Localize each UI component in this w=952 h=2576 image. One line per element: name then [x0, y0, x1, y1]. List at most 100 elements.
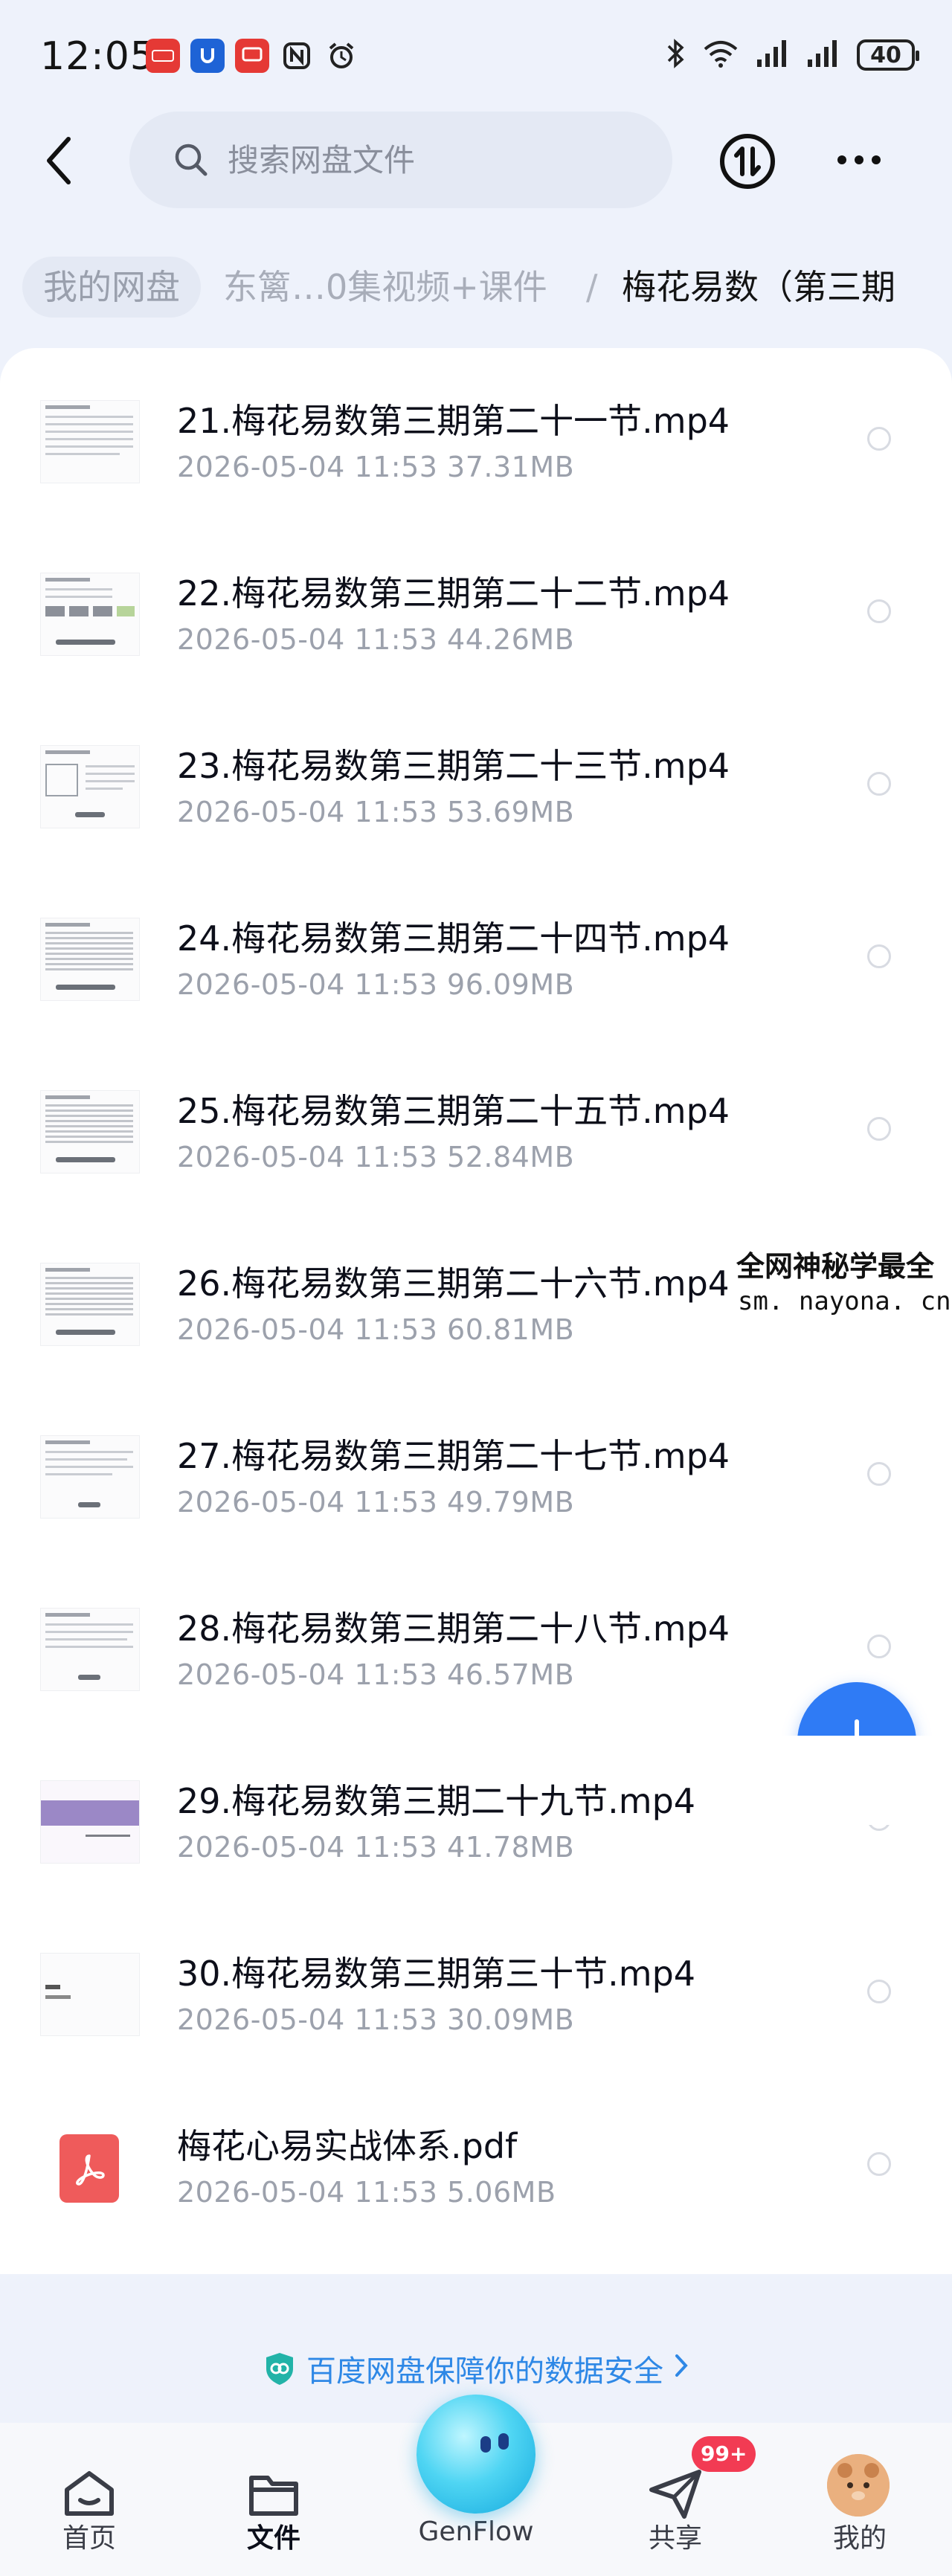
select-checkbox[interactable]	[867, 1462, 891, 1486]
avatar-icon[interactable]	[827, 2454, 890, 2517]
tv-app-icon	[235, 39, 269, 73]
video-thumbnail	[40, 745, 140, 828]
file-row[interactable]: 梅花心易实战体系.pdf 2026-05-04 11:53 5.06MB	[0, 2090, 952, 2262]
nav-share-label: 共享	[648, 2523, 702, 2554]
news-app-icon	[146, 39, 180, 73]
file-row[interactable]: 21.梅花易数第三期第二十一节.mp4 2026-05-04 11:53 37.…	[0, 364, 952, 537]
select-checkbox[interactable]	[867, 427, 891, 451]
nav-files-label: 文件	[246, 2523, 300, 2554]
nav-home[interactable]: 首页	[15, 2423, 164, 2576]
file-meta: 2026-05-04 11:53 60.81MB	[177, 1313, 575, 1346]
file-meta: 2026-05-04 11:53 41.78MB	[177, 1831, 575, 1864]
nav-files[interactable]: 文件	[199, 2423, 348, 2576]
paper-plane-icon	[649, 2470, 701, 2519]
more-dot-icon	[837, 155, 846, 164]
signal-icon-2	[806, 39, 840, 71]
video-thumbnail	[40, 1435, 140, 1519]
select-checkbox[interactable]	[867, 1980, 891, 2003]
file-name: 26.梅花易数第三期第二十六节.mp4	[177, 1263, 730, 1304]
watermark-url: sm. nayona. cn	[738, 1287, 951, 1316]
file-name: 梅花心易实战体系.pdf	[177, 2126, 518, 2166]
file-meta: 2026-05-04 11:53 5.06MB	[177, 2176, 556, 2209]
breadcrumb-folder[interactable]: 东篱…0集视频+课件	[223, 257, 547, 318]
file-name: 25.梅花易数第三期第二十五节.mp4	[177, 1091, 730, 1131]
search-icon	[175, 144, 208, 176]
nav-genflow-label: GenFlow	[418, 2517, 534, 2547]
search-bar[interactable]	[129, 112, 672, 208]
file-row[interactable]: 23.梅花易数第三期第二十三节.mp4 2026-05-04 11:53 53.…	[0, 709, 952, 882]
more-dot-icon	[855, 155, 863, 164]
transfer-icon	[720, 134, 775, 189]
file-name: 27.梅花易数第三期第二十七节.mp4	[177, 1436, 730, 1476]
wifi-icon	[702, 39, 739, 71]
fab-overlap-mask	[774, 1736, 952, 1825]
video-thumbnail	[40, 1953, 140, 2036]
file-meta: 2026-05-04 11:53 96.09MB	[177, 968, 575, 1001]
back-button[interactable]	[34, 131, 82, 190]
watermark-text: 全网神秘学最全	[736, 1250, 935, 1283]
file-meta: 2026-05-04 11:53 53.69MB	[177, 796, 575, 828]
more-options-button[interactable]	[826, 141, 892, 178]
video-thumbnail	[40, 1780, 140, 1864]
file-row[interactable]: 30.梅花易数第三期第三十节.mp4 2026-05-04 11:53 30.0…	[0, 1917, 952, 2090]
home-icon	[65, 2471, 114, 2516]
folder-icon	[249, 2476, 298, 2516]
watermark-overlay: 全网神秘学最全 sm. nayona. cn	[727, 1231, 952, 1327]
breadcrumb-root[interactable]: 我的网盘	[22, 257, 201, 318]
genflow-orb-icon[interactable]	[416, 2395, 536, 2514]
bluetooth-icon	[666, 37, 686, 73]
transfer-button[interactable]	[718, 132, 776, 190]
pdf-file-icon	[60, 2134, 119, 2203]
chevron-right-icon	[674, 2351, 689, 2386]
orb-eye	[480, 2436, 491, 2453]
battery-level: 40	[870, 42, 901, 68]
status-indicators: 40	[666, 37, 919, 73]
status-app-icons	[146, 39, 358, 73]
file-meta: 2026-05-04 11:53 44.26MB	[177, 623, 575, 656]
file-name: 28.梅花易数第三期第二十八节.mp4	[177, 1609, 730, 1649]
file-row[interactable]: 27.梅花易数第三期第二十七节.mp4 2026-05-04 11:53 49.…	[0, 1400, 952, 1572]
select-checkbox[interactable]	[867, 944, 891, 968]
battery-indicator: 40	[857, 39, 919, 71]
video-thumbnail	[40, 1090, 140, 1173]
more-dot-icon	[872, 155, 881, 164]
notification-badge: 99+	[692, 2436, 756, 2472]
u-app-icon	[190, 39, 225, 73]
select-checkbox[interactable]	[867, 2152, 891, 2176]
file-name: 22.梅花易数第三期第二十二节.mp4	[177, 573, 730, 614]
status-bar: 12:05 40	[0, 0, 952, 112]
shield-icon	[266, 2353, 293, 2385]
file-name: 23.梅花易数第三期第二十三节.mp4	[177, 746, 730, 786]
select-checkbox[interactable]	[867, 1635, 891, 1658]
search-input[interactable]	[226, 141, 646, 179]
file-row[interactable]: 24.梅花易数第三期第二十四节.mp4 2026-05-04 11:53 96.…	[0, 882, 952, 1054]
file-meta: 2026-05-04 11:53 46.57MB	[177, 1658, 575, 1691]
video-thumbnail	[40, 573, 140, 656]
nfc-icon	[280, 39, 314, 73]
file-meta: 2026-05-04 11:53 49.79MB	[177, 1486, 575, 1519]
chevron-left-icon	[47, 137, 71, 184]
file-meta: 2026-05-04 11:53 37.31MB	[177, 451, 575, 483]
breadcrumb: 我的网盘 东篱…0集视频+课件 / 梅花易数（第三期	[0, 257, 952, 318]
video-thumbnail	[40, 400, 140, 483]
security-banner[interactable]: 百度网盘保障你的数据安全	[0, 2335, 952, 2402]
file-row[interactable]: 25.梅花易数第三期第二十五节.mp4 2026-05-04 11:53 52.…	[0, 1054, 952, 1227]
file-meta: 2026-05-04 11:53 30.09MB	[177, 2003, 575, 2036]
file-row[interactable]: 22.梅花易数第三期第二十二节.mp4 2026-05-04 11:53 44.…	[0, 537, 952, 709]
security-text: 百度网盘保障你的数据安全	[306, 2354, 663, 2389]
video-thumbnail	[40, 918, 140, 1001]
select-checkbox[interactable]	[867, 599, 891, 623]
select-checkbox[interactable]	[867, 772, 891, 796]
file-name: 21.梅花易数第三期第二十一节.mp4	[177, 401, 730, 441]
file-name: 30.梅花易数第三期第三十节.mp4	[177, 1954, 696, 1994]
file-name: 29.梅花易数第三期二十九节.mp4	[177, 1781, 696, 1821]
breadcrumb-current: 梅花易数（第三期	[622, 267, 895, 307]
nav-me-label: 我的	[832, 2523, 887, 2554]
alarm-icon	[324, 39, 358, 73]
signal-icon	[756, 39, 790, 71]
nav-home-label: 首页	[62, 2523, 116, 2554]
orb-eye	[498, 2433, 509, 2450]
file-meta: 2026-05-04 11:53 52.84MB	[177, 1141, 575, 1173]
select-checkbox[interactable]	[867, 1117, 891, 1141]
breadcrumb-separator: /	[586, 267, 598, 307]
